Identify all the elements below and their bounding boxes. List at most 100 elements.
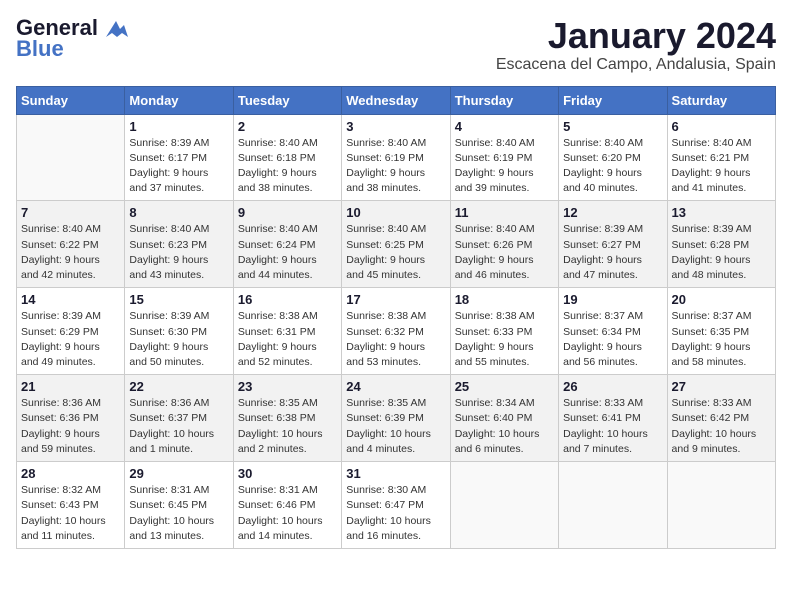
calendar-cell: 15 Sunrise: 8:39 AM Sunset: 6:30 PM Dayli… xyxy=(125,288,233,375)
calendar-cell xyxy=(667,462,775,549)
calendar-cell: 4 Sunrise: 8:40 AM Sunset: 6:19 PM Daylig… xyxy=(450,114,558,201)
calendar-cell: 6 Sunrise: 8:40 AM Sunset: 6:21 PM Daylig… xyxy=(667,114,775,201)
day-number: 6 xyxy=(672,119,771,134)
day-info: Sunrise: 8:38 AM Sunset: 6:32 PM Dayligh… xyxy=(346,309,445,370)
day-info: Sunrise: 8:39 AM Sunset: 6:28 PM Dayligh… xyxy=(672,222,771,283)
day-number: 9 xyxy=(238,205,337,220)
day-number: 26 xyxy=(563,379,662,394)
day-number: 4 xyxy=(455,119,554,134)
day-number: 15 xyxy=(129,292,228,307)
calendar-cell: 2Sunrise: 8:40 AM Sunset: 6:18 PM Daylig… xyxy=(233,114,341,201)
calendar-cell: 10 Sunrise: 8:40 AM Sunset: 6:25 PM Dayli… xyxy=(342,201,450,288)
calendar-cell: 22 Sunrise: 8:36 AM Sunset: 6:37 PM Dayli… xyxy=(125,375,233,462)
day-info: Sunrise: 8:40 AM Sunset: 6:24 PM Dayligh… xyxy=(238,222,337,283)
day-info: Sunrise: 8:39 AM Sunset: 6:29 PM Dayligh… xyxy=(21,309,120,370)
title-section: January 2024 Escacena del Campo, Andalus… xyxy=(496,16,776,74)
day-number: 23 xyxy=(238,379,337,394)
day-info: Sunrise: 8:36 AM Sunset: 6:37 PM Dayligh… xyxy=(129,396,228,457)
day-number: 5 xyxy=(563,119,662,134)
day-number: 2 xyxy=(238,119,337,134)
day-info: Sunrise: 8:40 AM Sunset: 6:23 PM Dayligh… xyxy=(129,222,228,283)
day-info: Sunrise: 8:40 AM Sunset: 6:19 PM Dayligh… xyxy=(455,136,554,197)
calendar-title: January 2024 xyxy=(496,16,776,56)
calendar-table: Sunday Monday Tuesday Wednesday Thursday… xyxy=(16,86,776,549)
calendar-cell: 14 Sunrise: 8:39 AM Sunset: 6:29 PM Dayli… xyxy=(17,288,125,375)
calendar-subtitle: Escacena del Campo, Andalusia, Spain xyxy=(496,56,776,74)
calendar-cell: 28Sunrise: 8:32 AM Sunset: 6:43 PM Dayli… xyxy=(17,462,125,549)
day-number: 17 xyxy=(346,292,445,307)
day-info: Sunrise: 8:40 AM Sunset: 6:21 PM Dayligh… xyxy=(672,136,771,197)
day-number: 11 xyxy=(455,205,554,220)
day-info: Sunrise: 8:37 AM Sunset: 6:35 PM Dayligh… xyxy=(672,309,771,370)
calendar-cell xyxy=(559,462,667,549)
calendar-cell: 3 Sunrise: 8:40 AM Sunset: 6:19 PM Daylig… xyxy=(342,114,450,201)
calendar-cell: 11Sunrise: 8:40 AM Sunset: 6:26 PM Dayli… xyxy=(450,201,558,288)
col-saturday: Saturday xyxy=(667,86,775,114)
day-number: 7 xyxy=(21,205,120,220)
calendar-cell: 20 Sunrise: 8:37 AM Sunset: 6:35 PM Dayli… xyxy=(667,288,775,375)
day-number: 12 xyxy=(563,205,662,220)
calendar-cell: 23 Sunrise: 8:35 AM Sunset: 6:38 PM Dayli… xyxy=(233,375,341,462)
day-number: 27 xyxy=(672,379,771,394)
calendar-header-row: Sunday Monday Tuesday Wednesday Thursday… xyxy=(17,86,776,114)
day-number: 19 xyxy=(563,292,662,307)
day-number: 22 xyxy=(129,379,228,394)
day-info: Sunrise: 8:34 AM Sunset: 6:40 PM Dayligh… xyxy=(455,396,554,457)
day-number: 24 xyxy=(346,379,445,394)
calendar-cell xyxy=(17,114,125,201)
day-number: 13 xyxy=(672,205,771,220)
col-wednesday: Wednesday xyxy=(342,86,450,114)
page-header: General Blue January 2024 Escacena del C… xyxy=(16,16,776,74)
day-info: Sunrise: 8:31 AM Sunset: 6:45 PM Dayligh… xyxy=(129,483,228,544)
day-number: 18 xyxy=(455,292,554,307)
day-info: Sunrise: 8:39 AM Sunset: 6:27 PM Dayligh… xyxy=(563,222,662,283)
calendar-cell: 12 Sunrise: 8:39 AM Sunset: 6:27 PM Dayli… xyxy=(559,201,667,288)
day-number: 25 xyxy=(455,379,554,394)
day-number: 20 xyxy=(672,292,771,307)
calendar-cell: 27 Sunrise: 8:33 AM Sunset: 6:42 PM Dayli… xyxy=(667,375,775,462)
day-number: 28 xyxy=(21,466,120,481)
calendar-cell: 18 Sunrise: 8:38 AM Sunset: 6:33 PM Dayli… xyxy=(450,288,558,375)
day-info: Sunrise: 8:40 AM Sunset: 6:20 PM Dayligh… xyxy=(563,136,662,197)
day-info: Sunrise: 8:35 AM Sunset: 6:38 PM Dayligh… xyxy=(238,396,337,457)
calendar-body: 1Sunrise: 8:39 AM Sunset: 6:17 PM Daylig… xyxy=(17,114,776,548)
calendar-cell: 25 Sunrise: 8:34 AM Sunset: 6:40 PM Dayli… xyxy=(450,375,558,462)
calendar-cell: 30Sunrise: 8:31 AM Sunset: 6:46 PM Dayli… xyxy=(233,462,341,549)
day-info: Sunrise: 8:40 AM Sunset: 6:19 PM Dayligh… xyxy=(346,136,445,197)
day-info: Sunrise: 8:40 AM Sunset: 6:25 PM Dayligh… xyxy=(346,222,445,283)
day-info: Sunrise: 8:39 AM Sunset: 6:30 PM Dayligh… xyxy=(129,309,228,370)
day-info: Sunrise: 8:38 AM Sunset: 6:33 PM Dayligh… xyxy=(455,309,554,370)
calendar-cell: 13 Sunrise: 8:39 AM Sunset: 6:28 PM Dayli… xyxy=(667,201,775,288)
logo-blue-text xyxy=(98,15,128,40)
day-number: 31 xyxy=(346,466,445,481)
calendar-cell: 29 Sunrise: 8:31 AM Sunset: 6:45 PM Dayli… xyxy=(125,462,233,549)
calendar-week-row: 7 Sunrise: 8:40 AM Sunset: 6:22 PM Daylig… xyxy=(17,201,776,288)
calendar-cell: 1Sunrise: 8:39 AM Sunset: 6:17 PM Daylig… xyxy=(125,114,233,201)
calendar-week-row: 21Sunrise: 8:36 AM Sunset: 6:36 PM Dayli… xyxy=(17,375,776,462)
logo-bottom: Blue xyxy=(16,36,64,62)
day-info: Sunrise: 8:33 AM Sunset: 6:41 PM Dayligh… xyxy=(563,396,662,457)
day-number: 10 xyxy=(346,205,445,220)
calendar-week-row: 28Sunrise: 8:32 AM Sunset: 6:43 PM Dayli… xyxy=(17,462,776,549)
calendar-cell: 9 Sunrise: 8:40 AM Sunset: 6:24 PM Daylig… xyxy=(233,201,341,288)
logo-bird-icon xyxy=(106,21,128,37)
day-info: Sunrise: 8:38 AM Sunset: 6:31 PM Dayligh… xyxy=(238,309,337,370)
calendar-cell: 31Sunrise: 8:30 AM Sunset: 6:47 PM Dayli… xyxy=(342,462,450,549)
day-number: 30 xyxy=(238,466,337,481)
calendar-cell: 7 Sunrise: 8:40 AM Sunset: 6:22 PM Daylig… xyxy=(17,201,125,288)
day-number: 1 xyxy=(129,119,228,134)
day-number: 3 xyxy=(346,119,445,134)
logo: General Blue xyxy=(16,16,128,62)
calendar-week-row: 1Sunrise: 8:39 AM Sunset: 6:17 PM Daylig… xyxy=(17,114,776,201)
day-info: Sunrise: 8:33 AM Sunset: 6:42 PM Dayligh… xyxy=(672,396,771,457)
calendar-cell: 16Sunrise: 8:38 AM Sunset: 6:31 PM Dayli… xyxy=(233,288,341,375)
col-monday: Monday xyxy=(125,86,233,114)
day-number: 14 xyxy=(21,292,120,307)
calendar-cell: 17 Sunrise: 8:38 AM Sunset: 6:32 PM Dayli… xyxy=(342,288,450,375)
day-number: 29 xyxy=(129,466,228,481)
day-number: 21 xyxy=(21,379,120,394)
calendar-cell: 8 Sunrise: 8:40 AM Sunset: 6:23 PM Daylig… xyxy=(125,201,233,288)
day-number: 8 xyxy=(129,205,228,220)
day-info: Sunrise: 8:37 AM Sunset: 6:34 PM Dayligh… xyxy=(563,309,662,370)
day-info: Sunrise: 8:40 AM Sunset: 6:22 PM Dayligh… xyxy=(21,222,120,283)
